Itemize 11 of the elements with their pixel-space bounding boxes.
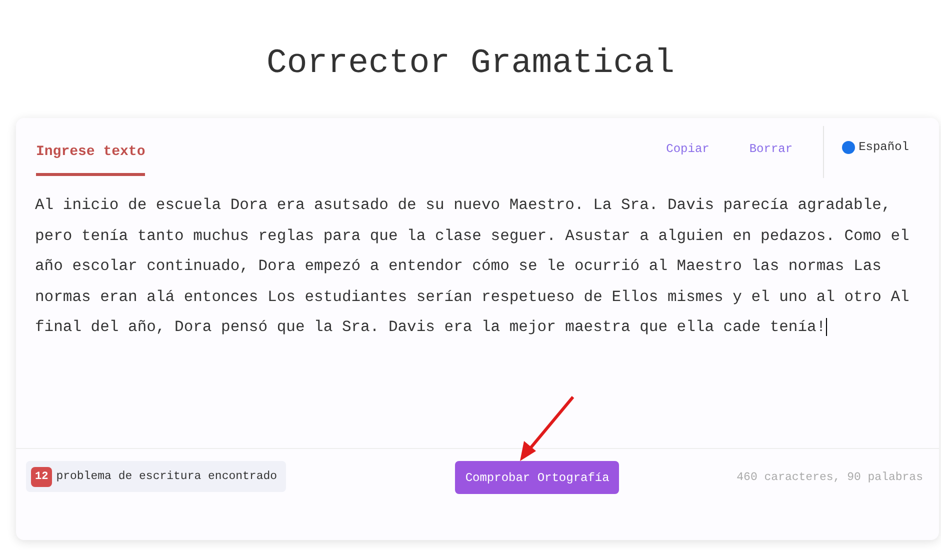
- issue-count: 12: [31, 466, 52, 486]
- input-tab[interactable]: Ingrese texto: [36, 142, 146, 176]
- language-label[interactable]: Español: [858, 138, 909, 156]
- text-input[interactable]: Al inicio de escuela Dora era asutsado de su nuevo Maestro. La Sra. Davis parecía agradable, pero tenía tanto muchus reglas para que la clase seguer. Asustar a alguien en pedazos. Como el año escolar continuado, Dora empezó a entendor cómo se le ocurrió al Maestro las normas Las normas eran alá entonces Los estudiantes serían respetueso de Ellos mismes y el uno al otro Al final del año, Dora pensó que la Sra. Davis era la mejor maestra que ella cade tenía!: [16, 178, 939, 448]
- check-spelling-button[interactable]: Comprobar Ortografía: [455, 461, 620, 494]
- action-link[interactable]: Borrar: [749, 140, 793, 158]
- annotation-arrow: [518, 395, 576, 463]
- stats-text: 460 caracteres, 90 palabras: [736, 470, 923, 486]
- action-link[interactable]: Copiar: [666, 140, 710, 158]
- page-title: Corrector Gramatical: [266, 44, 675, 85]
- issues-label: problema de escritura encontrado: [56, 468, 278, 485]
